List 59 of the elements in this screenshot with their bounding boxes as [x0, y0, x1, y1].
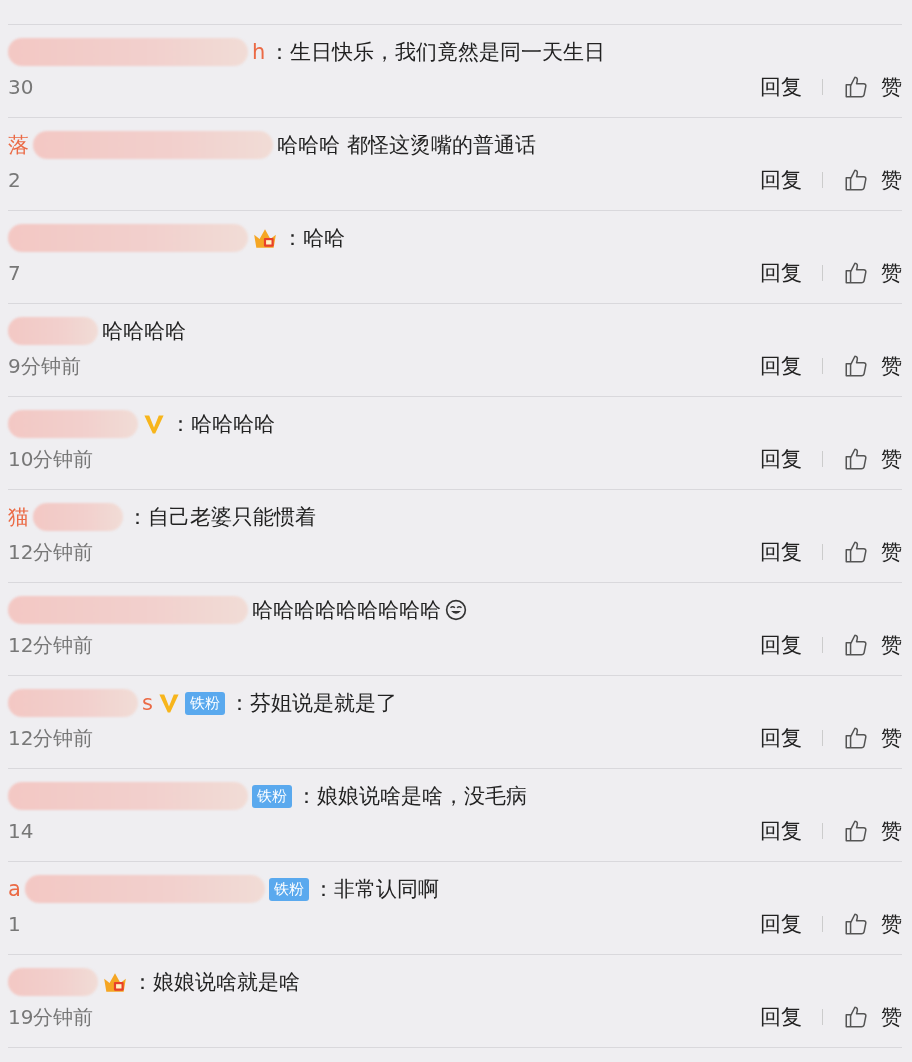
like-button[interactable]: 赞 [881, 910, 902, 938]
smile-icon [445, 599, 467, 621]
thumbs-up-icon[interactable] [843, 260, 869, 286]
thumbs-up-icon[interactable] [843, 539, 869, 565]
thumbs-up-icon[interactable] [843, 167, 869, 193]
like-button[interactable]: 赞 [881, 352, 902, 380]
thumbs-up-icon[interactable] [843, 74, 869, 100]
comment-text: ：自己老婆只能惯着 [127, 504, 316, 531]
like-button[interactable]: 赞 [881, 1003, 902, 1031]
timestamp: 30 [8, 75, 34, 99]
timestamp: 12分钟前 [8, 631, 94, 659]
like-button[interactable]: 赞 [881, 538, 902, 566]
fan-badge: 铁粉 [252, 784, 292, 808]
reply-button[interactable]: 回复 [760, 166, 802, 194]
fan-badge: 铁粉 [184, 691, 225, 715]
reply-button[interactable]: 回复 [760, 538, 802, 566]
thumbs-up-icon[interactable] [843, 818, 869, 844]
reply-button[interactable]: 回复 [760, 73, 802, 101]
comment-text: ：哈哈 [282, 225, 345, 252]
like-button[interactable]: 赞 [881, 631, 902, 659]
reply-button[interactable]: 回复 [760, 445, 802, 473]
timestamp: 2 [8, 168, 21, 192]
timestamp: 14 [8, 819, 34, 843]
thumbs-up-icon[interactable] [843, 353, 869, 379]
comment-text: ：哈哈哈哈 [170, 411, 275, 438]
comment-text: 哈哈哈哈 [102, 318, 186, 345]
like-button[interactable]: 赞 [881, 73, 902, 101]
thumbs-up-icon[interactable] [843, 911, 869, 937]
timestamp: 1 [8, 912, 21, 936]
thumbs-up-icon[interactable] [843, 1004, 869, 1030]
comment-text: ：生日快乐，我们竟然是同一天生日 [269, 39, 606, 66]
timestamp: 12分钟前 [8, 724, 94, 752]
reply-button[interactable]: 回复 [760, 817, 802, 845]
like-button[interactable]: 赞 [881, 259, 902, 287]
reply-button[interactable]: 回复 [760, 352, 802, 380]
timestamp: 12分钟前 [8, 538, 94, 566]
like-button[interactable]: 赞 [881, 166, 902, 194]
thumbs-up-icon[interactable] [843, 725, 869, 751]
reply-button[interactable]: 回复 [760, 259, 802, 287]
thumbs-up-icon[interactable] [843, 446, 869, 472]
timestamp: 9分钟前 [8, 352, 81, 380]
reply-button[interactable]: 回复 [760, 1003, 802, 1031]
timestamp: 19分钟前 [8, 1003, 94, 1031]
comment-text: 哈哈哈哈哈哈哈哈哈 [252, 597, 441, 624]
fan-badge: 铁粉 [268, 877, 309, 901]
reply-button[interactable]: 回复 [760, 910, 802, 938]
like-button[interactable]: 赞 [881, 817, 902, 845]
comment-text: ：芬姐说是就是了 [228, 690, 397, 717]
reply-button[interactable]: 回复 [760, 724, 802, 752]
like-button[interactable]: 赞 [881, 445, 902, 473]
comment-text: ：娘娘说啥就是啥 [132, 969, 300, 996]
like-button[interactable]: 赞 [881, 724, 902, 752]
comment-text: 哈哈哈 都怪这烫嘴的普通话 [277, 132, 536, 159]
timestamp: 10分钟前 [8, 445, 94, 473]
thumbs-up-icon[interactable] [843, 632, 869, 658]
comment-text: ：娘娘说啥是啥，没毛病 [296, 783, 527, 810]
timestamp: 7 [8, 261, 21, 285]
reply-button[interactable]: 回复 [760, 631, 802, 659]
comment-text: ：非常认同啊 [312, 876, 439, 903]
